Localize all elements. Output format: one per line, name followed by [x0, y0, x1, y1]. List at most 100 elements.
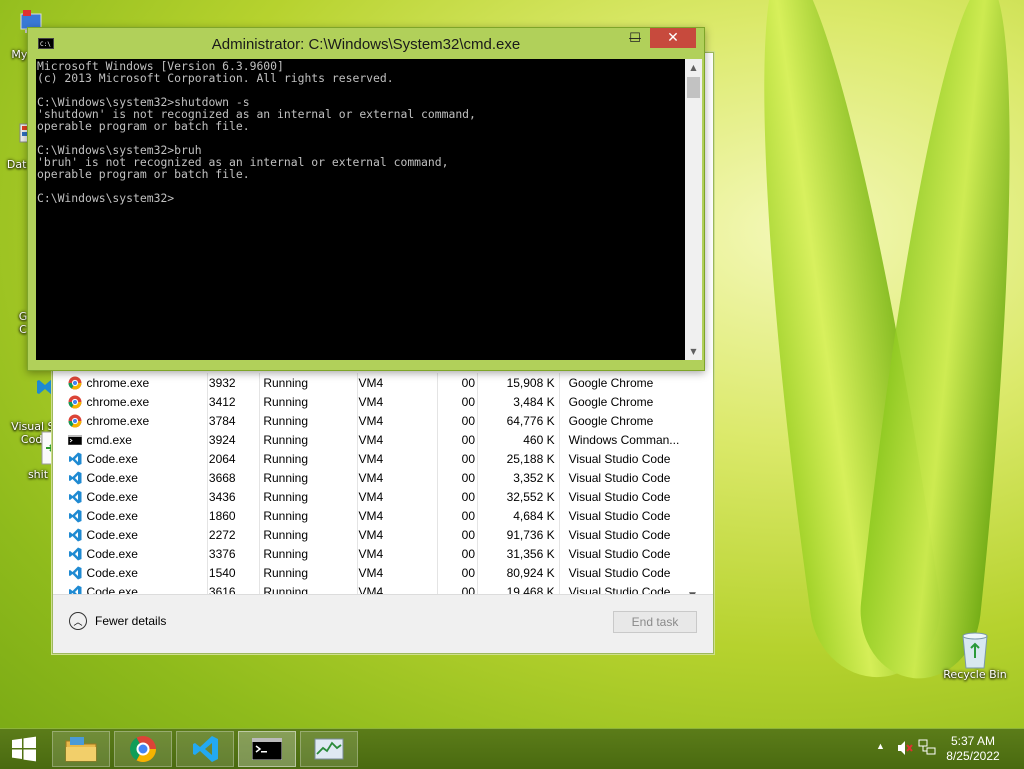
- console-scrollbar[interactable]: ▲ ▼: [685, 59, 702, 360]
- process-row[interactable]: Code.exe 3668 Running VM4 00 3,352 K Visual St…: [61, 468, 689, 487]
- start-button[interactable]: [0, 731, 48, 767]
- process-memory: 31,356 K: [506, 546, 555, 561]
- vscode-icon: [193, 736, 218, 762]
- process-row[interactable]: chrome.exe 3932 Running VM4 00 15,908 K Google…: [61, 373, 689, 392]
- fewer-details-button[interactable]: ︿ Fewer details: [69, 612, 166, 630]
- process-pid: 3436: [208, 489, 236, 504]
- scroll-down-arrow-icon[interactable]: ▼: [685, 343, 702, 360]
- taskbar: ▲ 5:37 AM 8/25/2022: [0, 728, 1024, 769]
- chrome-icon: [67, 414, 83, 428]
- process-status: Running: [263, 565, 309, 580]
- process-name: Code.exe: [86, 546, 138, 561]
- process-cpu: 00: [461, 432, 475, 447]
- process-list-scrollbar[interactable]: ▼: [687, 373, 703, 601]
- process-pid: 3376: [208, 546, 236, 561]
- desktop-icon-recycle-bin[interactable]: Recycle Bin: [940, 630, 1010, 681]
- process-cpu: 00: [461, 527, 475, 542]
- process-row[interactable]: Code.exe 3376 Running VM4 00 31,356 K Visual S…: [61, 544, 689, 563]
- console-line: operable program or batch file.: [37, 167, 250, 181]
- chrome-icon: [67, 376, 83, 390]
- taskbar-file-explorer[interactable]: [52, 731, 110, 767]
- clock-time: 5:37 AM: [950, 734, 996, 748]
- process-name: Code.exe: [86, 565, 138, 580]
- scroll-up-arrow-icon[interactable]: ▲: [685, 59, 702, 76]
- chrome-icon: [67, 395, 83, 409]
- process-status: Running: [263, 413, 309, 428]
- process-row[interactable]: Code.exe 2272 Running VM4 00 91,736 K Visual S…: [61, 525, 689, 544]
- process-user: VM4: [358, 489, 384, 504]
- chrome-icon: [129, 736, 157, 763]
- process-pid: 1860: [208, 508, 236, 523]
- process-cpu: 00: [461, 489, 475, 504]
- process-user: VM4: [358, 508, 384, 523]
- process-status: Running: [263, 451, 309, 466]
- process-user: VM4: [358, 565, 384, 580]
- process-user: VM4: [358, 527, 384, 542]
- vscode-icon: [67, 528, 83, 542]
- close-button[interactable]: ✕: [650, 28, 696, 48]
- process-pid: 2272: [208, 527, 236, 542]
- cmd-title-bar[interactable]: C:\ Administrator: C:\Windows\System32\c…: [28, 28, 704, 59]
- console-output[interactable]: Microsoft Windows [Version 6.3.9600] (c) …: [36, 59, 684, 360]
- clock[interactable]: 5:37 AM 8/25/2022: [938, 734, 1008, 764]
- process-description: Visual Studio Code: [568, 565, 671, 580]
- process-name: chrome.exe: [86, 375, 150, 390]
- vscode-icon: [67, 471, 83, 485]
- taskbar-cmd[interactable]: [238, 731, 296, 767]
- process-row[interactable]: Code.exe 1860 Running VM4 00 4,684 K Visual St…: [61, 506, 689, 525]
- process-status: Running: [263, 375, 309, 390]
- process-pid: 1540: [208, 565, 236, 580]
- process-row[interactable]: chrome.exe 3412 Running VM4 00 3,484 K Google …: [61, 392, 689, 411]
- vscode-icon: [67, 509, 83, 523]
- clock-date: 8/25/2022: [946, 749, 1000, 763]
- taskbar-task-manager[interactable]: [300, 731, 358, 767]
- process-row[interactable]: cmd.exe 3924 Running VM4 00 460 K Windows Comm…: [61, 430, 689, 449]
- cmd-window-title: Administrator: C:\Windows\System32\cmd.e…: [211, 36, 521, 53]
- process-description: Windows Comman...: [568, 432, 680, 447]
- process-row[interactable]: chrome.exe 3784 Running VM4 00 64,776 K Google…: [61, 411, 689, 430]
- process-memory: 32,552 K: [506, 489, 555, 504]
- cmd-icon: [67, 433, 83, 447]
- process-name: Code.exe: [86, 527, 138, 542]
- network-icon[interactable]: [918, 738, 936, 759]
- vscode-icon: [67, 547, 83, 561]
- process-cpu: 00: [461, 394, 475, 409]
- process-status: Running: [263, 394, 309, 409]
- process-description: Visual Studio Code: [568, 546, 671, 561]
- process-user: VM4: [358, 470, 384, 485]
- scrollbar-thumb[interactable]: [687, 77, 700, 98]
- process-row[interactable]: Code.exe 1540 Running VM4 00 80,924 K Visual S…: [61, 563, 689, 582]
- show-hidden-icons-icon[interactable]: ▲: [876, 741, 885, 751]
- process-pid: 3924: [208, 432, 236, 447]
- process-name: chrome.exe: [86, 413, 150, 428]
- console-line: (c) 2013 Microsoft Corporation. All righ…: [37, 71, 394, 85]
- system-tray: ▲ 5:37 AM 8/25/2022: [824, 729, 1024, 769]
- windows-logo-icon: [12, 736, 36, 762]
- process-user: VM4: [358, 375, 384, 390]
- process-pid: 2064: [208, 451, 236, 466]
- process-description: Visual Studio Code: [568, 470, 671, 485]
- process-status: Running: [263, 508, 309, 523]
- cmd-console[interactable]: Microsoft Windows [Version 6.3.9600] (c) …: [36, 59, 702, 360]
- process-description: Google Chrome: [568, 413, 654, 428]
- chevron-up-icon: ︿: [69, 612, 87, 630]
- vscode-icon: [67, 566, 83, 580]
- process-description: Visual Studio Code: [568, 489, 671, 504]
- cmd-icon: [252, 738, 282, 760]
- process-description: Visual Studio Code: [568, 508, 671, 523]
- process-status: Running: [263, 432, 309, 447]
- fewer-details-label: Fewer details: [95, 614, 167, 628]
- process-description: Visual Studio Code: [568, 527, 671, 542]
- process-status: Running: [263, 546, 309, 561]
- end-task-button[interactable]: End task: [613, 611, 697, 633]
- process-list: chrome.exe 3932 Running VM4 00 15,908 K Google…: [61, 373, 689, 601]
- taskbar-chrome[interactable]: [114, 731, 172, 767]
- process-user: VM4: [358, 546, 384, 561]
- process-cpu: 00: [461, 565, 475, 580]
- cmd-window[interactable]: C:\ Administrator: C:\Windows\System32\c…: [27, 27, 705, 371]
- process-row[interactable]: Code.exe 2064 Running VM4 00 25,188 K Visual S…: [61, 449, 689, 468]
- process-row[interactable]: Code.exe 3436 Running VM4 00 32,552 K Visual S…: [61, 487, 689, 506]
- maximize-button[interactable]: ☐: [622, 28, 648, 48]
- volume-muted-icon[interactable]: [896, 739, 914, 760]
- taskbar-vscode[interactable]: [176, 731, 234, 767]
